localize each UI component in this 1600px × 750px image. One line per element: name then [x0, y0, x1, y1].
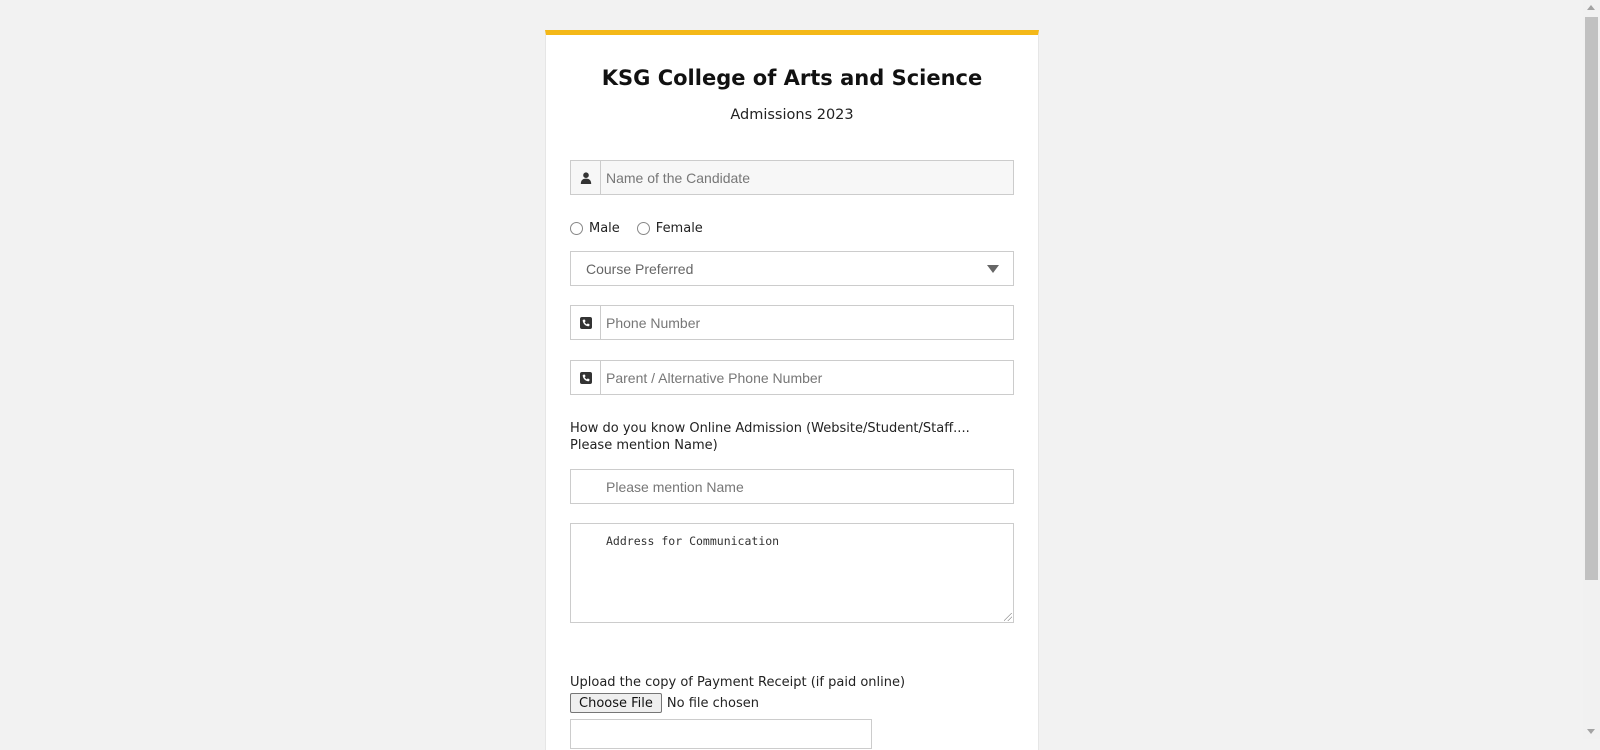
- resize-handle[interactable]: [1004, 613, 1012, 621]
- scrollbar-thumb[interactable]: [1585, 17, 1598, 580]
- male-radio[interactable]: [570, 221, 583, 235]
- phone-number-placeholder: Phone Number: [606, 314, 701, 331]
- phone-icon: [571, 306, 601, 339]
- form-subtitle: Admissions 2023: [730, 107, 854, 123]
- choose-file-button[interactable]: Choose File: [570, 693, 662, 713]
- male-label[interactable]: Male: [589, 221, 620, 236]
- candidate-name-placeholder: Name of the Candidate: [606, 169, 750, 186]
- address-placeholder: Address for Communication: [606, 534, 780, 548]
- address-textarea[interactable]: Address for Communication: [570, 523, 1014, 623]
- scroll-up-arrow-icon[interactable]: [1587, 5, 1595, 10]
- form-title: KSG College of Arts and Science: [601, 66, 983, 90]
- scroll-down-arrow-icon[interactable]: [1587, 729, 1595, 734]
- candidate-name-field[interactable]: Name of the Candidate: [570, 160, 1014, 195]
- alternative-phone-placeholder: Parent / Alternative Phone Number: [606, 369, 823, 386]
- admission-form-card: KSG College of Arts and Science Admissio…: [545, 30, 1039, 750]
- page-scrollbar[interactable]: [1583, 0, 1600, 739]
- user-icon: [571, 161, 601, 194]
- course-preferred-placeholder: Course Preferred: [586, 260, 694, 277]
- partially-visible-field[interactable]: [570, 719, 872, 749]
- referral-question: How do you know Online Admission (Websit…: [570, 421, 970, 453]
- female-label[interactable]: Female: [656, 221, 703, 236]
- upload-receipt-label: Upload the copy of Payment Receipt (if p…: [570, 675, 906, 690]
- gender-radio-group: Male Female: [570, 218, 720, 238]
- referral-name-placeholder: Please mention Name: [606, 478, 744, 495]
- file-status-text: No file chosen: [666, 695, 759, 711]
- chevron-down-icon: [987, 265, 999, 273]
- phone-number-field[interactable]: Phone Number: [570, 305, 1014, 340]
- referral-name-field[interactable]: Please mention Name: [570, 469, 1014, 504]
- alternative-phone-field[interactable]: Parent / Alternative Phone Number: [570, 360, 1014, 395]
- course-preferred-select[interactable]: Course Preferred: [570, 251, 1014, 286]
- phone-icon: [571, 361, 601, 394]
- file-upload-row: Choose File No file chosen: [570, 693, 759, 713]
- female-radio[interactable]: [636, 221, 650, 235]
